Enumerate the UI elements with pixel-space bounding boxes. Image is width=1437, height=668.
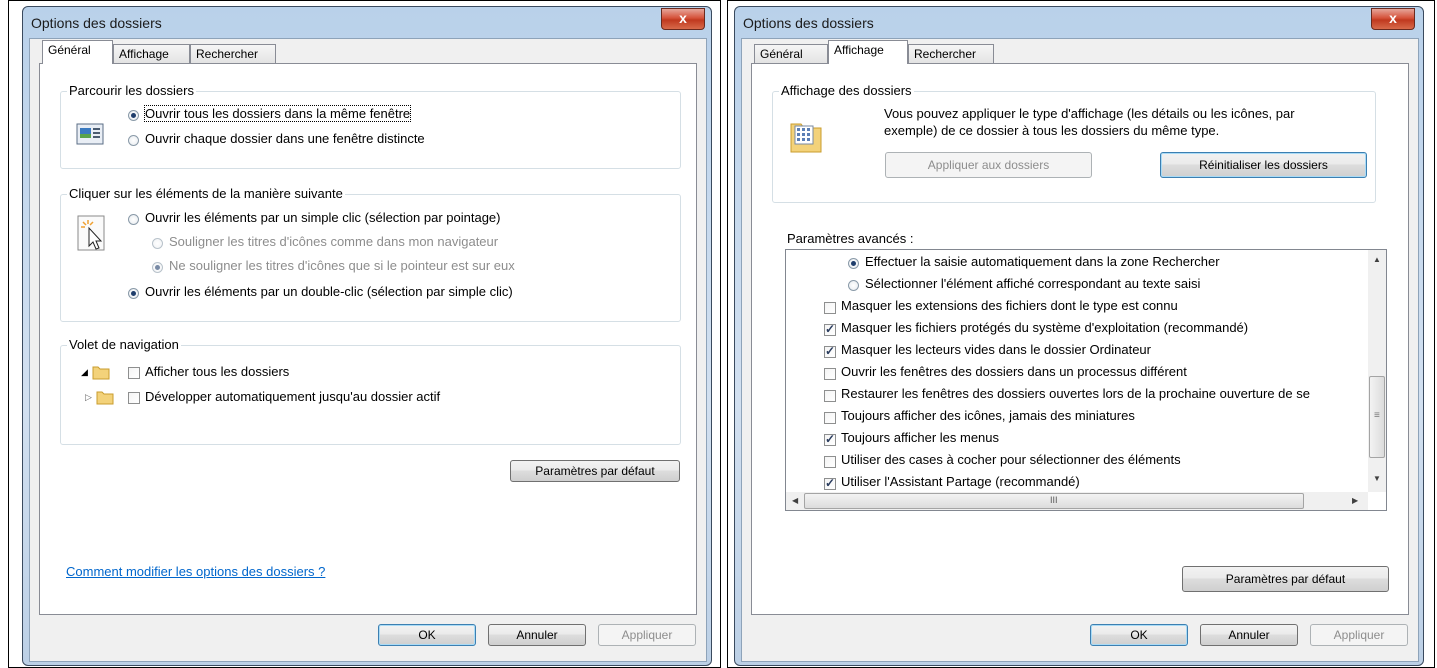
show-all-folders-label[interactable]: Afficher tous les dossiers	[145, 364, 289, 379]
single-click-radio[interactable]	[128, 214, 139, 225]
browse-same-radio[interactable]	[128, 110, 139, 121]
right-tab-affichage[interactable]: Affichage	[828, 40, 908, 64]
single-click-label[interactable]: Ouvrir les éléments par un simple clic (…	[145, 210, 501, 225]
ok-button[interactable]: OK	[378, 624, 476, 646]
advanced-option-checkbox[interactable]	[824, 432, 836, 446]
advanced-option-checkbox[interactable]	[824, 412, 836, 424]
advanced-option-label[interactable]: Masquer les fichiers protégés du système…	[841, 320, 1248, 335]
advanced-settings-list[interactable]: Effectuer la saisie automatiquement dans…	[785, 249, 1387, 511]
right-dialog-window: Options des dossiers x Général Affichage…	[734, 6, 1424, 666]
underline-hover-label: Ne souligner les titres d'icônes que si …	[169, 258, 515, 273]
underline-browser-label: Souligner les titres d'icônes comme dans…	[169, 234, 499, 249]
advanced-option-checkbox[interactable]	[824, 322, 836, 336]
right-close-button[interactable]: x	[1371, 8, 1415, 30]
restore-defaults-button[interactable]: Paramètres par défaut	[510, 460, 680, 482]
advanced-option-radio[interactable]	[848, 280, 859, 291]
advanced-option-checkbox[interactable]	[824, 390, 836, 402]
hscroll-thumb-grip-icon: III	[1050, 495, 1058, 505]
scroll-left-arrow-icon[interactable]: ◀	[792, 496, 798, 505]
left-client-area: Général Affichage Rechercher Parcourir l…	[29, 38, 707, 662]
left-dialog-window: Options des dossiers x Général Affichage…	[22, 6, 712, 666]
advanced-option-label[interactable]: Masquer les extensions des fichiers dont…	[841, 298, 1178, 313]
collapsed-arrow-icon: ▷	[85, 392, 92, 402]
auto-expand-label[interactable]: Développer automatiquement jusqu'au doss…	[145, 389, 440, 404]
advanced-option-label[interactable]: Toujours afficher des icônes, jamais des…	[841, 408, 1135, 423]
scroll-thumb-grip-icon: ≡	[1374, 410, 1380, 421]
left-tab-general[interactable]: Général	[42, 40, 113, 64]
show-all-folders-checkbox[interactable]	[128, 367, 140, 379]
reset-folders-button[interactable]: Réinitialiser les dossiers	[1160, 152, 1367, 178]
underline-hover-radio	[152, 262, 163, 273]
advanced-settings-items: Effectuer la saisie automatiquement dans…	[786, 250, 1368, 492]
browse-group: Parcourir les dossiers	[60, 83, 681, 169]
browse-new-radio[interactable]	[128, 135, 139, 146]
browse-group-label: Parcourir les dossiers	[67, 83, 196, 98]
double-click-radio[interactable]	[128, 288, 139, 299]
ok-button[interactable]: OK	[1090, 624, 1188, 646]
advanced-option-checkbox[interactable]	[824, 302, 836, 314]
horizontal-scrollbar[interactable]: ◀ III ▶	[786, 492, 1368, 510]
right-client-area: Général Affichage Rechercher Affichage d…	[741, 38, 1419, 662]
advanced-option-label[interactable]: Sélectionner l'élément affiché correspon…	[865, 276, 1200, 291]
auto-expand-checkbox[interactable]	[128, 392, 140, 404]
advanced-option-checkbox[interactable]	[824, 368, 836, 380]
advanced-option-checkbox[interactable]	[824, 344, 836, 358]
apply-button: Appliquer	[1310, 624, 1408, 646]
window-icon	[76, 123, 104, 145]
cancel-button[interactable]: Annuler	[488, 624, 586, 646]
right-tab-general[interactable]: Général	[754, 44, 828, 63]
advanced-option-label[interactable]: Ouvrir les fenêtres des dossiers dans un…	[841, 364, 1187, 379]
advanced-option-label[interactable]: Utiliser l'Assistant Partage (recommandé…	[841, 474, 1080, 489]
advanced-option-label[interactable]: Effectuer la saisie automatiquement dans…	[865, 254, 1220, 269]
apply-button: Appliquer	[598, 624, 696, 646]
advanced-option-checkbox[interactable]	[824, 476, 836, 490]
scroll-right-arrow-icon[interactable]: ▶	[1352, 496, 1358, 505]
advanced-option-checkbox[interactable]	[824, 456, 836, 468]
right-tab-rechercher[interactable]: Rechercher	[908, 44, 994, 63]
view-description-line1: Vous pouvez appliquer le type d'affichag…	[884, 106, 1295, 121]
folder-view-icon	[790, 123, 822, 153]
view-description-line2: exemple) de ce dossier à tous les dossie…	[884, 123, 1220, 138]
advanced-option-label[interactable]: Restaurer les fenêtres des dossiers ouve…	[841, 386, 1310, 401]
restore-defaults-button[interactable]: Paramètres par défaut	[1182, 566, 1389, 592]
advanced-option-radio[interactable]	[848, 258, 859, 269]
left-close-button[interactable]: x	[661, 8, 705, 30]
scroll-down-arrow-icon[interactable]: ▼	[1373, 474, 1381, 483]
folder-icon	[96, 391, 114, 405]
folder-icon	[92, 366, 110, 380]
left-window-title: Options des dossiers	[31, 15, 162, 31]
underline-browser-radio	[152, 238, 163, 249]
left-tab-affichage[interactable]: Affichage	[113, 44, 190, 63]
nav-group-label: Volet de navigation	[67, 337, 181, 352]
browse-same-label[interactable]: Ouvrir tous les dossiers dans la même fe…	[143, 105, 412, 122]
double-click-label[interactable]: Ouvrir les éléments par un double-clic (…	[145, 284, 513, 299]
browse-new-label[interactable]: Ouvrir chaque dossier dans une fenêtre d…	[145, 131, 425, 146]
apply-to-folders-button: Appliquer aux dossiers	[885, 152, 1092, 178]
help-link[interactable]: Comment modifier les options des dossier…	[66, 564, 325, 579]
advanced-settings-label: Paramètres avancés :	[787, 231, 914, 246]
left-tab-rechercher[interactable]: Rechercher	[190, 44, 276, 63]
cursor-click-icon	[77, 215, 105, 251]
advanced-option-label[interactable]: Toujours afficher les menus	[841, 430, 999, 445]
click-group-label: Cliquer sur les éléments de la manière s…	[67, 186, 345, 201]
vertical-scrollbar[interactable]: ▲ ≡ ▼	[1368, 250, 1386, 492]
right-tab-page: Affichage des dossiers Vous pouvez appli…	[751, 63, 1409, 615]
advanced-option-label[interactable]: Masquer les lecteurs vides dans le dossi…	[841, 342, 1151, 357]
cancel-button[interactable]: Annuler	[1200, 624, 1298, 646]
expanded-arrow-icon: ◢	[81, 367, 88, 377]
left-tab-page: Parcourir les dossiers Ouvrir tous les d…	[39, 63, 697, 615]
advanced-option-label[interactable]: Utiliser des cases à cocher pour sélecti…	[841, 452, 1181, 467]
scroll-up-arrow-icon[interactable]: ▲	[1373, 255, 1381, 264]
folder-view-group-label: Affichage des dossiers	[779, 83, 914, 98]
right-window-title: Options des dossiers	[743, 15, 874, 31]
